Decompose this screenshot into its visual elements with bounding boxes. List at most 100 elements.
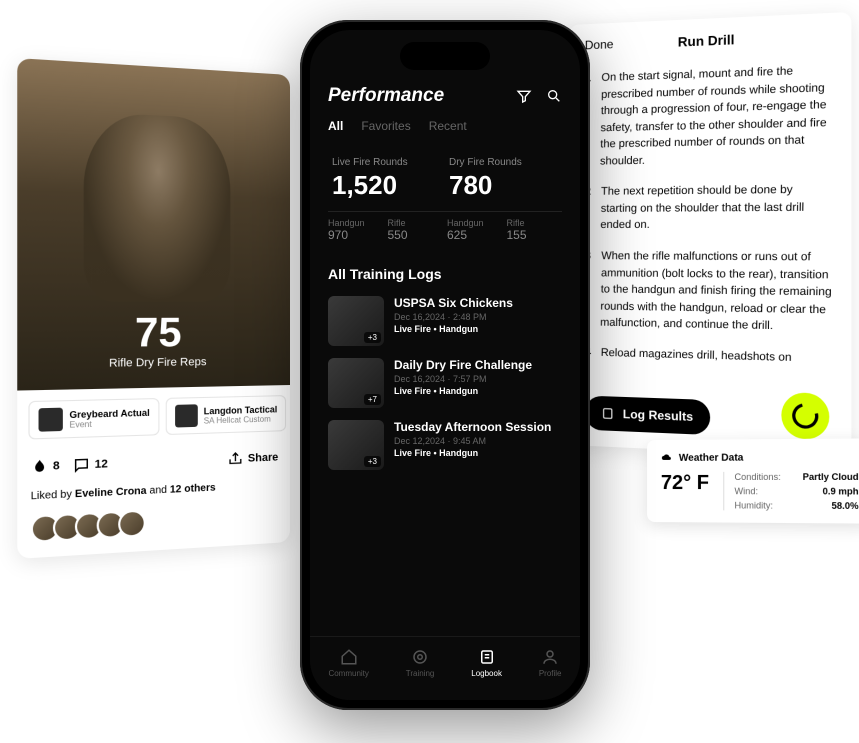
step-text: The next repetition should be done by st… — [600, 181, 834, 233]
log-title: Tuesday Afternoon Session — [394, 420, 562, 434]
rep-label: Rifle Dry Fire Reps — [109, 356, 206, 370]
log-icon — [601, 406, 615, 421]
logbook-icon — [478, 648, 496, 666]
log-item[interactable]: +7 Daily Dry Fire Challenge Dec 16,2024 … — [310, 352, 580, 414]
tag-sub: Event — [69, 417, 149, 429]
bottom-nav: Community Training Logbook Profile — [310, 636, 580, 700]
drill-header: Done Run Drill — [585, 28, 834, 53]
sub-stat[interactable]: Handgun970 — [328, 218, 384, 242]
step-text: Reload magazines drill, headshots on — [601, 345, 792, 367]
dry-fire-stat[interactable]: Dry Fire Rounds 780 — [445, 147, 562, 211]
stat-label: Dry Fire Rounds — [449, 157, 558, 168]
section-title: All Training Logs — [310, 256, 580, 290]
nav-community[interactable]: Community — [328, 648, 368, 678]
filter-icon[interactable] — [516, 88, 532, 104]
sub-stat[interactable]: Rifle155 — [507, 218, 563, 242]
cond-label: Conditions: — [735, 472, 781, 482]
liked-others[interactable]: 12 others — [170, 482, 216, 495]
drill-step: 3 When the rifle malfunctions or runs ou… — [585, 248, 834, 336]
tag-sub: SA Hellcat Custom — [204, 414, 278, 425]
step-text: On the start signal, mount and fire the … — [600, 61, 835, 169]
log-title: USPSA Six Chickens — [394, 296, 562, 310]
hum-value: 58.0% — [832, 501, 859, 511]
log-badge: +3 — [364, 332, 381, 343]
log-date: Dec 12,2024 · 9:45 AM — [394, 436, 562, 446]
liked-name[interactable]: Eveline Crona — [75, 485, 147, 500]
log-date: Dec 16,2024 · 7:57 PM — [394, 374, 562, 384]
nav-logbook[interactable]: Logbook — [471, 648, 502, 678]
done-button[interactable]: Done — [585, 37, 614, 52]
nav-profile[interactable]: Profile — [539, 648, 562, 678]
phone-frame: Performance All Favorites Recent Live Fi… — [300, 20, 590, 710]
social-image[interactable]: 75 Rifle Dry Fire Reps — [17, 58, 290, 390]
like-button[interactable]: 8 — [31, 458, 60, 476]
search-icon[interactable] — [546, 88, 562, 104]
log-meta: Live Fire • Handgun — [394, 386, 562, 396]
home-icon — [340, 648, 358, 666]
tab-all[interactable]: All — [328, 119, 343, 133]
share-icon — [228, 451, 244, 468]
log-meta: Live Fire • Handgun — [394, 324, 562, 334]
log-item[interactable]: +3 Tuesday Afternoon Session Dec 12,2024… — [310, 414, 580, 476]
sub-stat[interactable]: Handgun625 — [447, 218, 503, 242]
wind-label: Wind: — [735, 486, 759, 496]
comment-count: 12 — [95, 458, 108, 471]
log-results-button[interactable]: Log Results — [585, 395, 710, 434]
drill-step: 1 On the start signal, mount and fire th… — [585, 61, 834, 169]
target-icon — [411, 648, 429, 666]
fab-button[interactable] — [781, 392, 829, 440]
stat-value: 1,520 — [332, 170, 441, 201]
gear-brand-icon — [175, 404, 198, 427]
drill-title: Run Drill — [678, 31, 735, 49]
phone-notch — [400, 42, 490, 70]
page-title: Performance — [328, 85, 444, 107]
log-results-label: Log Results — [623, 407, 693, 424]
comment-icon — [73, 456, 90, 474]
sub-stat[interactable]: Rifle550 — [388, 218, 444, 242]
tag-event[interactable]: Greybeard Actual Event — [28, 398, 159, 440]
log-date: Dec 16,2024 · 2:48 PM — [394, 312, 562, 322]
cond-value: Partly Cloud — [803, 472, 859, 482]
performance-header: Performance — [310, 85, 580, 119]
comment-button[interactable]: 12 — [73, 456, 108, 474]
log-meta: Live Fire • Handgun — [394, 448, 562, 458]
event-icon — [39, 408, 63, 432]
like-count: 8 — [53, 460, 60, 473]
weather-temp: 72° F — [661, 472, 709, 495]
tab-recent[interactable]: Recent — [429, 119, 467, 133]
log-thumbnail: +7 — [328, 358, 384, 408]
nav-training[interactable]: Training — [406, 648, 435, 678]
stats-grid: Live Fire Rounds 1,520 Dry Fire Rounds 7… — [310, 147, 580, 211]
drill-card: Done Run Drill 1 On the start signal, mo… — [569, 12, 851, 458]
drill-step: 4 Reload magazines drill, headshots on — [585, 344, 834, 367]
log-badge: +7 — [364, 394, 381, 405]
stat-label: Live Fire Rounds — [332, 157, 441, 168]
drill-step: 2 The next repetition should be done by … — [585, 181, 834, 233]
phone-screen: Performance All Favorites Recent Live Fi… — [310, 30, 580, 700]
flame-icon — [31, 458, 49, 476]
spinner-icon — [787, 398, 823, 433]
live-fire-stat[interactable]: Live Fire Rounds 1,520 — [328, 147, 445, 211]
rep-count: 75 — [135, 310, 182, 357]
log-item[interactable]: +3 USPSA Six Chickens Dec 16,2024 · 2:48… — [310, 290, 580, 352]
weather-card: Weather Data 72° F Conditions: Partly Clo… — [647, 438, 859, 523]
profile-icon — [541, 648, 559, 666]
weather-details: Conditions:Partly Cloud Wind:0.9 mph Hum… — [723, 472, 858, 511]
cloud-icon — [661, 452, 673, 464]
social-tags: Greybeard Actual Event Langdon Tactical … — [17, 385, 290, 451]
log-thumbnail: +3 — [328, 296, 384, 346]
tag-gear[interactable]: Langdon Tactical SA Hellcat Custom — [165, 395, 286, 435]
weather-title: Weather Data — [661, 451, 859, 464]
log-badge: +3 — [364, 456, 381, 467]
tab-favorites[interactable]: Favorites — [361, 119, 410, 133]
share-button[interactable]: Share — [228, 449, 278, 467]
stat-value: 780 — [449, 170, 558, 201]
step-text: When the rifle malfunctions or runs out … — [600, 248, 834, 336]
performance-tabs: All Favorites Recent — [310, 119, 580, 147]
avatar[interactable] — [118, 509, 146, 538]
sub-stats-grid: Handgun970 Rifle550 Handgun625 Rifle155 — [328, 211, 562, 256]
log-title: Daily Dry Fire Challenge — [394, 358, 562, 372]
wind-value: 0.9 mph — [823, 486, 859, 496]
social-feed-card: 75 Rifle Dry Fire Reps Greybeard Actual … — [17, 58, 290, 559]
log-thumbnail: +3 — [328, 420, 384, 470]
